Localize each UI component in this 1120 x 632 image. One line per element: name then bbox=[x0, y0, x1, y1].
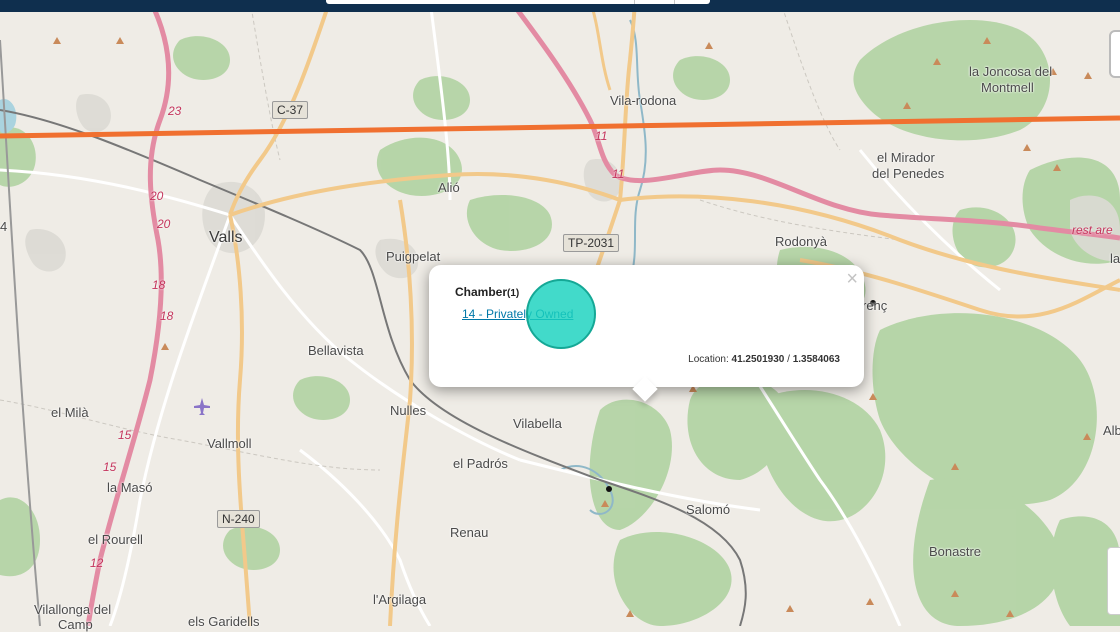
place-label: Rodonyà bbox=[775, 234, 828, 249]
place-label: Montmell bbox=[981, 80, 1034, 95]
place-label: Vallmoll bbox=[207, 436, 252, 451]
road-number: 15 bbox=[103, 460, 117, 474]
place-label: el Milà bbox=[51, 405, 89, 420]
road-shield: C-37 bbox=[272, 101, 309, 119]
place-label: el Padrós bbox=[453, 456, 508, 471]
place-label: el Mirador bbox=[877, 150, 935, 165]
road-number: 11 bbox=[612, 167, 625, 181]
popup-title: Chamber(1) bbox=[455, 285, 519, 299]
search-divider bbox=[674, 0, 675, 4]
close-icon[interactable]: × bbox=[846, 269, 858, 289]
poi-marker bbox=[606, 486, 612, 492]
popup-location: Location: 41.2501930 / 1.3584063 bbox=[688, 354, 840, 365]
place-label: el Rourell bbox=[88, 532, 143, 547]
place-label: Puigpelat bbox=[386, 249, 441, 264]
place-label: Renau bbox=[450, 525, 489, 540]
road-shield: TP-2031 bbox=[563, 234, 620, 252]
road-number: 20 bbox=[157, 217, 171, 231]
road-shield: N-240 bbox=[217, 510, 260, 528]
popup-count: (1) bbox=[507, 288, 520, 299]
road-number: 18 bbox=[160, 309, 174, 323]
latitude-value: 41.2501930 bbox=[731, 354, 785, 365]
top-bar bbox=[0, 0, 1120, 12]
road-number: 12 bbox=[90, 556, 104, 570]
poi-label: rest are bbox=[1072, 223, 1113, 237]
longitude-value: 1.3584063 bbox=[792, 354, 840, 365]
road-number: 20 bbox=[150, 189, 164, 203]
place-label: la Joncosa del bbox=[969, 64, 1053, 79]
feature-popup: × Chamber(1) 14 - Privately Owned Locati… bbox=[429, 265, 864, 402]
place-label: la Masó bbox=[107, 480, 153, 495]
road-number: 11 bbox=[595, 129, 608, 143]
place-label: Alió bbox=[438, 180, 460, 195]
place-label: Valls bbox=[209, 229, 243, 246]
place-label: Camp bbox=[58, 617, 93, 632]
layers-control-button[interactable] bbox=[1109, 30, 1120, 78]
place-label: del Penedes bbox=[872, 166, 945, 181]
click-indicator bbox=[526, 279, 596, 349]
search-input[interactable] bbox=[326, 0, 710, 4]
place-label: la bbox=[1110, 251, 1120, 266]
place-label: els Garidells bbox=[188, 614, 260, 629]
search-divider bbox=[634, 0, 635, 4]
place-label: Salomó bbox=[686, 502, 731, 517]
coordinate-separator: / bbox=[787, 354, 790, 365]
place-label: Vilallonga del bbox=[34, 602, 112, 617]
place-label: 4 bbox=[0, 219, 8, 234]
road-number: 18 bbox=[152, 278, 166, 292]
place-label: Vila-rodona bbox=[610, 93, 677, 108]
place-label: Bonastre bbox=[929, 544, 982, 559]
place-label: l'Argilaga bbox=[373, 592, 427, 607]
place-label: Bellavista bbox=[308, 343, 364, 358]
place-label: Alb bbox=[1103, 423, 1120, 438]
place-label: Nulles bbox=[390, 403, 427, 418]
road-number: 15 bbox=[118, 428, 132, 442]
location-label: Location: bbox=[688, 354, 729, 365]
place-label: Vilabella bbox=[513, 416, 562, 431]
road-number: 23 bbox=[168, 104, 182, 118]
map-side-panel-button[interactable] bbox=[1107, 547, 1120, 615]
popup-title-text: Chamber bbox=[455, 285, 508, 299]
place-label: renç bbox=[862, 298, 888, 313]
